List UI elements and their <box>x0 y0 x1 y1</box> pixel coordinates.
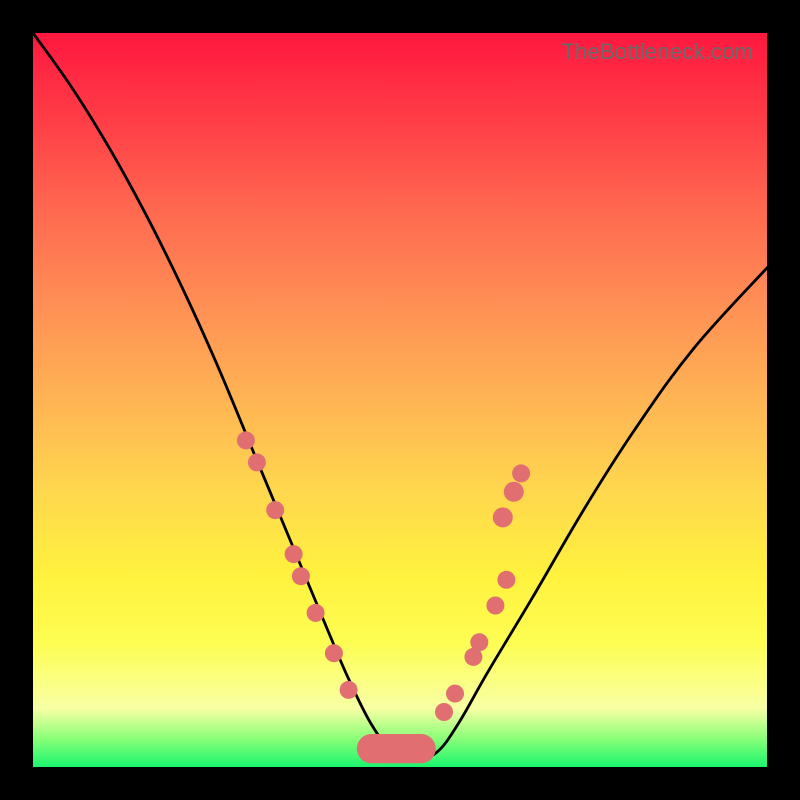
data-dot <box>512 464 530 482</box>
data-dot <box>493 507 513 527</box>
data-dot <box>504 482 524 502</box>
data-dot <box>486 597 504 615</box>
data-dot <box>285 545 303 563</box>
data-dot <box>237 431 255 449</box>
data-dot <box>435 703 453 721</box>
data-dot <box>340 681 358 699</box>
bottleneck-curve <box>33 33 767 760</box>
data-dot <box>325 644 343 662</box>
data-dot <box>497 571 515 589</box>
chart-frame: TheBottleneck.com <box>0 0 800 800</box>
chart-svg <box>33 33 767 767</box>
bottom-data-blob <box>357 734 436 763</box>
data-dot <box>266 501 284 519</box>
data-dot <box>248 453 266 471</box>
data-dot <box>470 633 488 651</box>
data-dot <box>292 567 310 585</box>
data-dot <box>446 685 464 703</box>
plot-area: TheBottleneck.com <box>33 33 767 767</box>
data-dot <box>307 604 325 622</box>
